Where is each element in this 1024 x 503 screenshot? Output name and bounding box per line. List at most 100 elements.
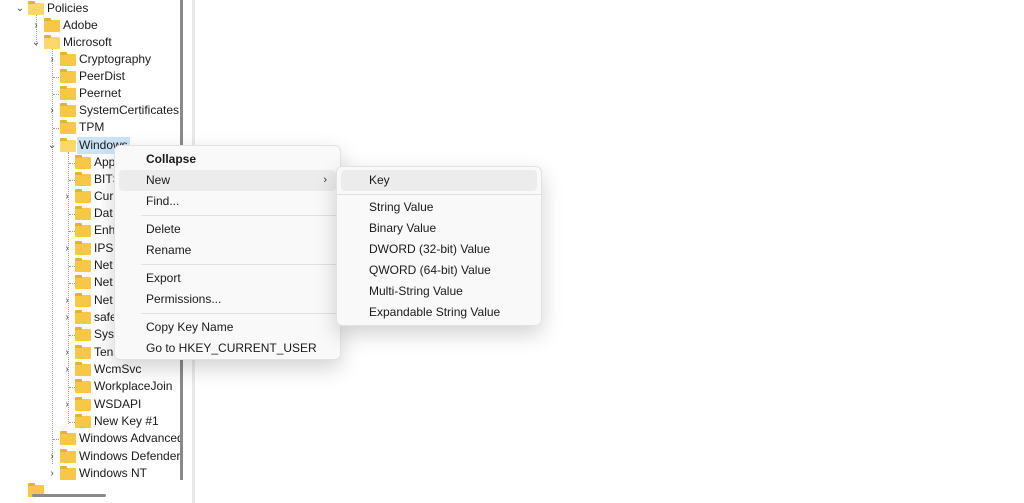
submenu-item-binary-value[interactable]: Binary Value xyxy=(341,218,537,239)
chevron-down-icon[interactable]: ⌄ xyxy=(14,0,26,17)
folder-icon xyxy=(60,86,76,100)
chevron-right-icon[interactable]: › xyxy=(46,465,58,482)
tree-node-label: Cur xyxy=(94,189,114,203)
submenu-item-string-value[interactable]: String Value xyxy=(341,197,537,218)
menu-item-label: New xyxy=(146,173,171,187)
menu-item-new[interactable]: New › xyxy=(119,170,336,191)
menu-item-delete[interactable]: Delete xyxy=(119,219,336,240)
tree-node-label: Enh xyxy=(94,223,116,237)
tree-node-windows-defender[interactable]: › Windows Defender xyxy=(0,448,180,465)
folder-icon xyxy=(75,258,91,272)
chevron-right-icon[interactable]: › xyxy=(61,240,73,257)
folder-icon xyxy=(44,18,60,32)
folder-icon xyxy=(75,362,91,376)
tree-node-label: App xyxy=(94,155,116,169)
new-submenu: Key String Value Binary Value DWORD (32-… xyxy=(336,166,542,326)
tree-node-label: WorkplaceJoin xyxy=(94,379,173,393)
tree-node-label: SystemCertificates xyxy=(79,103,180,117)
tree-node-microsoft[interactable]: ⌄ Microsoft xyxy=(0,34,180,51)
tree-node-label: Windows Advanced xyxy=(79,431,184,445)
folder-icon xyxy=(75,241,91,255)
submenu-item-multi-string-value[interactable]: Multi-String Value xyxy=(341,281,537,302)
tree-node-label: Cryptography xyxy=(79,52,152,66)
tree-node-label: Net xyxy=(94,275,113,289)
chevron-right-icon: › xyxy=(323,174,327,186)
menu-item-rename[interactable]: Rename xyxy=(119,240,336,261)
menu-item-export[interactable]: Export xyxy=(119,268,336,289)
tree-node-label: WSDAPI xyxy=(94,397,142,411)
chevron-right-icon[interactable]: › xyxy=(46,51,58,68)
menu-separator xyxy=(337,194,541,195)
tree-line xyxy=(53,439,59,440)
folder-icon xyxy=(75,414,91,428)
chevron-right-icon[interactable]: › xyxy=(61,188,73,205)
tree-line xyxy=(53,94,59,95)
tree-node-label: Microsoft xyxy=(63,35,112,49)
folder-icon xyxy=(75,275,91,289)
folder-icon xyxy=(75,172,91,186)
folder-icon xyxy=(75,397,91,411)
tree-node-workplacejoin[interactable]: WorkplaceJoin xyxy=(0,378,180,395)
menu-item-collapse[interactable]: Collapse xyxy=(119,149,336,170)
tree-node-label: TPM xyxy=(79,120,105,134)
tree-node-label: New Key #1 xyxy=(94,414,159,428)
chevron-right-icon[interactable]: › xyxy=(61,361,73,378)
tree-node-label: Peernet xyxy=(79,86,122,100)
folder-icon xyxy=(75,293,91,307)
menu-item-find[interactable]: Find... xyxy=(119,191,336,212)
tree-node-new-key[interactable]: New Key #1 xyxy=(0,413,180,430)
chevron-down-icon[interactable]: ⌄ xyxy=(30,34,42,51)
folder-icon xyxy=(75,379,91,393)
menu-separator xyxy=(141,215,336,216)
horizontal-scrollbar[interactable] xyxy=(32,494,106,497)
folder-icon xyxy=(75,155,91,169)
folder-icon xyxy=(28,1,44,15)
tree-node-label: Net xyxy=(94,293,113,307)
tree-line xyxy=(53,77,59,78)
tree-node-label: WcmSvc xyxy=(94,362,142,376)
tree-node-label: Adobe xyxy=(63,18,98,32)
chevron-right-icon[interactable]: › xyxy=(46,448,58,465)
tree-node-tpm[interactable]: TPM xyxy=(0,119,180,136)
submenu-item-expandable-string-value[interactable]: Expandable String Value xyxy=(341,302,537,323)
chevron-right-icon[interactable]: › xyxy=(61,292,73,309)
tree-node-systemcertificates[interactable]: › SystemCertificates xyxy=(0,102,180,119)
chevron-right-icon[interactable]: › xyxy=(30,17,42,34)
tree-node-adobe[interactable]: › Adobe xyxy=(0,17,180,34)
tree-node-peerdist[interactable]: PeerDist xyxy=(0,68,180,85)
tree-node-peernet[interactable]: Peernet xyxy=(0,85,180,102)
menu-item-copy-key-name[interactable]: Copy Key Name xyxy=(119,317,336,338)
context-menu: Collapse New › Find... Delete Rename Exp… xyxy=(114,145,341,360)
tree-line xyxy=(53,128,59,129)
tree-node-cryptography[interactable]: › Cryptography xyxy=(0,51,180,68)
folder-icon xyxy=(75,223,91,237)
chevron-right-icon[interactable]: › xyxy=(61,344,73,361)
folder-icon xyxy=(60,120,76,134)
submenu-item-qword-value[interactable]: QWORD (64-bit) Value xyxy=(341,260,537,281)
folder-icon xyxy=(75,327,91,341)
tree-node-windows-advanced[interactable]: Windows Advanced xyxy=(0,430,184,447)
submenu-item-key[interactable]: Key xyxy=(341,170,537,191)
folder-icon xyxy=(44,35,60,49)
tree-node-policies[interactable]: ⌄ Policies xyxy=(0,0,180,17)
menu-item-go-to-hkcu[interactable]: Go to HKEY_CURRENT_USER xyxy=(119,338,336,359)
folder-icon xyxy=(75,310,91,324)
chevron-right-icon[interactable]: › xyxy=(61,396,73,413)
tree-node-wcmsvc[interactable]: › WcmSvc xyxy=(0,361,180,378)
folder-icon xyxy=(60,69,76,83)
menu-separator xyxy=(141,313,336,314)
chevron-right-icon[interactable]: › xyxy=(61,309,73,326)
tree-node-wsdapi[interactable]: › WSDAPI xyxy=(0,396,180,413)
menu-item-permissions[interactable]: Permissions... xyxy=(119,289,336,310)
folder-icon xyxy=(75,206,91,220)
chevron-right-icon[interactable]: › xyxy=(46,102,58,119)
chevron-down-icon[interactable]: ⌄ xyxy=(46,137,58,154)
tree-node-windows-nt[interactable]: › Windows NT xyxy=(0,465,180,482)
tree-node-label: PeerDist xyxy=(79,69,126,83)
folder-icon xyxy=(60,138,76,152)
submenu-item-dword-value[interactable]: DWORD (32-bit) Value xyxy=(341,239,537,260)
tree-node-label: Policies xyxy=(47,1,89,15)
folder-icon xyxy=(60,52,76,66)
folder-icon xyxy=(75,345,91,359)
folder-icon xyxy=(60,431,76,445)
